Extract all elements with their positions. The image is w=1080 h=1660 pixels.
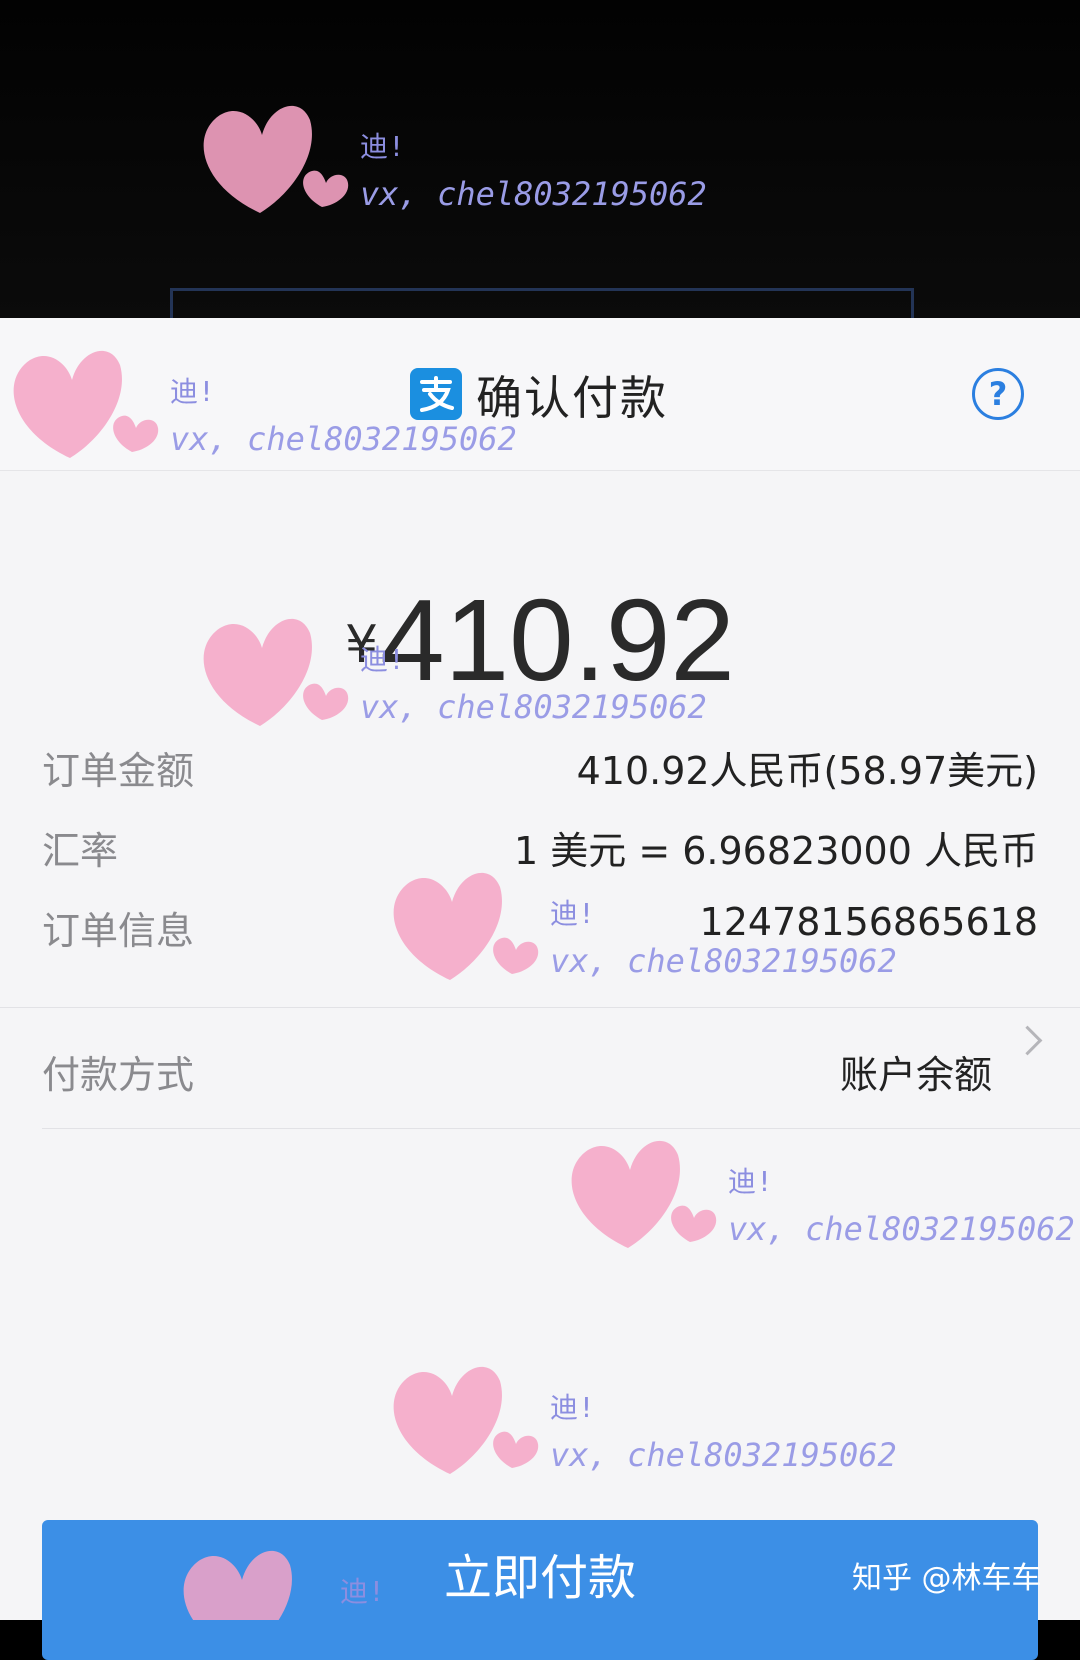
sheet-header: 确认付款 ? [0,318,1080,471]
payment-method-row[interactable]: 付款方式 账户余额 [42,1018,1038,1128]
help-button[interactable]: ? [972,368,1024,420]
currency-symbol: ¥ [345,615,379,675]
exchange-rate-value: 1 美元 = 6.96823000 人民币 [513,829,1038,873]
amount-value: 410.92 [380,575,735,705]
payment-method-label: 付款方式 [42,1053,195,1097]
order-amount-label: 订单金额 [42,749,195,793]
order-info-value: 12478156865618 [699,900,1038,944]
divider [0,1007,1080,1008]
payment-method-value: 账户余额 [839,1053,992,1097]
payment-sheet: 确认付款 ? ¥410.92 订单金额 410.92人民币(58.97美元) 汇… [0,318,1080,1620]
divider [42,1128,1080,1129]
page-title: 确认付款 [476,371,668,425]
order-info-row: 订单信息 12478156865618 [42,900,1038,960]
camera-background [0,0,1080,318]
order-amount-value: 410.92人民币(58.97美元) [576,749,1038,793]
exchange-rate-label: 汇率 [42,829,119,873]
order-info-label: 订单信息 [42,909,195,953]
source-credit: 知乎 @林车车 [852,1561,1042,1596]
scan-frame [170,288,914,321]
order-amount-row: 订单金额 410.92人民币(58.97美元) [42,740,1038,800]
payment-amount: ¥410.92 [0,573,1080,707]
exchange-rate-row: 汇率 1 美元 = 6.96823000 人民币 [42,820,1038,880]
alipay-logo-icon [410,368,462,420]
